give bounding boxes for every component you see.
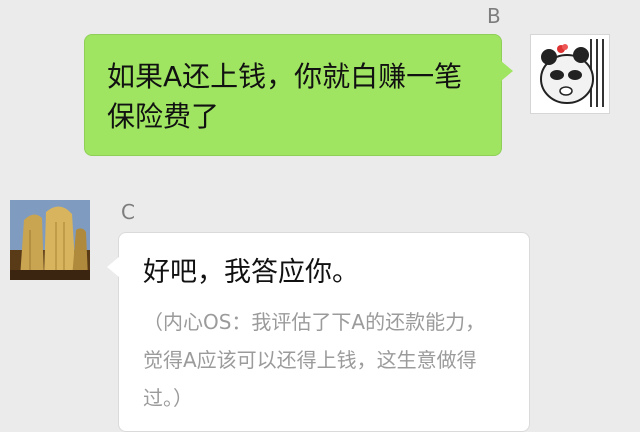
building-avatar-icon <box>10 200 90 280</box>
message-text: 如果A还上钱，你就白赚一笔保险费了 <box>107 60 463 133</box>
message-subtext: （内心OS：我评估了下A的还款能力，觉得A应该可以还得上钱，这生意做得过。） <box>143 310 486 410</box>
avatar[interactable] <box>530 34 610 114</box>
message-text: 好吧，我答应你。 <box>143 257 359 288</box>
chat-window: B 如果A还上钱，你就白赚一笔保险费了 C 好吧，我答应你。 （内心OS：我评估… <box>0 0 640 432</box>
panda-avatar-icon <box>531 35 609 113</box>
message-bubble-received[interactable]: 好吧，我答应你。 （内心OS：我评估了下A的还款能力，觉得A应该可以还得上钱，这… <box>107 232 530 432</box>
avatar[interactable] <box>10 200 90 280</box>
sender-name: C <box>121 200 135 224</box>
message-bubble-sent[interactable]: 如果A还上钱，你就白赚一笔保险费了 <box>84 34 513 156</box>
sender-name: B <box>487 4 501 28</box>
